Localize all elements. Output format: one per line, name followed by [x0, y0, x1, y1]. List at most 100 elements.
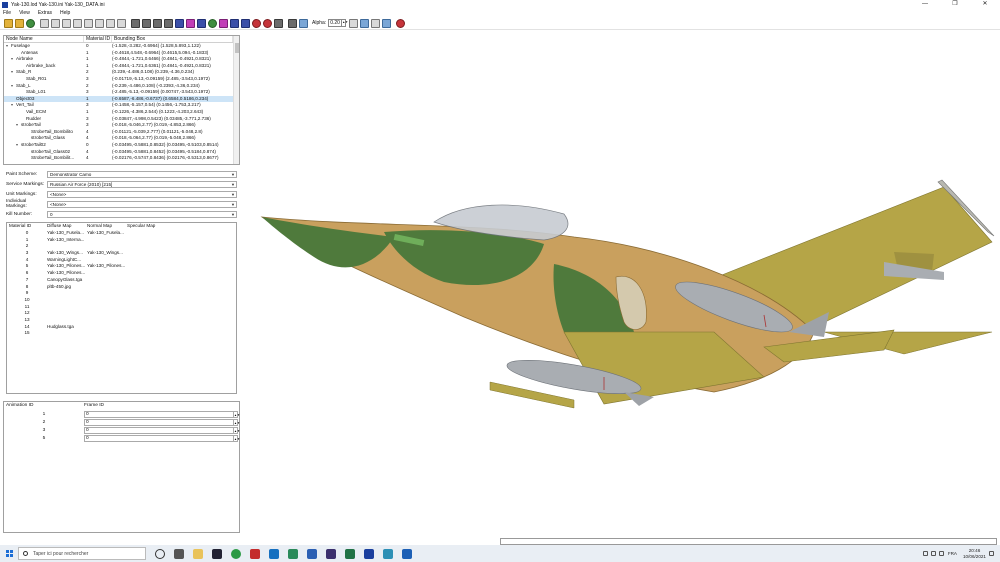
kill-number-select[interactable]: 0 ▼ [47, 210, 237, 218]
material-row[interactable]: 6 Yak-130_Pilones... [7, 270, 236, 277]
tree-row[interactable]: ▾ strobeTail02 0 (-0.03495,-0.5881,0.8532) … [4, 142, 239, 149]
layer-1-icon[interactable] [175, 18, 184, 28]
tree-row[interactable]: Vail_ECM 1 (-0.1226,-4.386,2.544) (0.1223,… [4, 109, 239, 116]
col-material-id[interactable]: Material ID [84, 36, 112, 42]
outlook-icon[interactable] [269, 548, 279, 559]
transparency-icon[interactable] [299, 18, 308, 28]
shade-flat-icon[interactable] [142, 18, 151, 28]
horizontal-scrollbar[interactable] [500, 538, 997, 545]
material-row[interactable]: 11 [7, 304, 236, 311]
tree-row[interactable]: Stab_L01 3 (-2.485,-5.13,-0.09159) (0.0074… [4, 89, 239, 96]
windows-start-icon[interactable] [0, 545, 18, 562]
tree-row[interactable]: ▾ Airbrake 1 (-0.4844,-1.721,0.6466) (0.484… [4, 56, 239, 63]
material-row[interactable]: 4 WarningLightC... [7, 257, 236, 264]
material-row[interactable]: 14 Hudglass.tga [7, 324, 236, 331]
material-row[interactable]: 12 [7, 310, 236, 317]
material-row[interactable]: 0 Yak-130_Fusela... Yak-130_Fusela... [7, 230, 236, 237]
col-node-name[interactable]: Node Name [4, 36, 84, 42]
frame-id-input[interactable]: 0 ▲▼ [84, 418, 240, 426]
col-bounding-box[interactable]: Bounding Box [112, 36, 233, 42]
network-icon[interactable] [930, 551, 936, 556]
notification-icon[interactable] [989, 551, 994, 556]
save-icon[interactable] [15, 18, 24, 28]
alpha-input[interactable]: 0.20 [328, 19, 343, 27]
spin-arrows-icon[interactable]: ▲▼ [233, 419, 240, 425]
shade-smooth-icon[interactable] [153, 18, 162, 28]
view-back-icon[interactable] [62, 18, 71, 28]
material-row[interactable]: 1 Yak-130_Interna... [7, 237, 236, 244]
bounding-box-icon[interactable] [349, 18, 359, 28]
unit-markings-select[interactable]: <None> ▼ [47, 190, 237, 198]
volume-icon[interactable] [938, 551, 944, 556]
frame-id-input[interactable]: 0 ▲▼ [84, 426, 240, 434]
material-row[interactable]: 2 [7, 243, 236, 250]
spin-arrows-icon[interactable]: ▲▼ [233, 411, 240, 417]
spin-arrows-icon[interactable]: ▲▼ [233, 436, 240, 442]
cortana-icon[interactable] [155, 548, 165, 559]
shadow-icon[interactable] [274, 18, 283, 28]
layer-2-icon[interactable] [186, 18, 195, 28]
3d-viewport[interactable] [244, 32, 1000, 537]
tree-row[interactable]: Antenas 1 (-0.4618,4.548,-0.6964) (0.4615,… [4, 50, 239, 57]
close-button[interactable]: ✕ [970, 0, 1000, 9]
layer-3-icon[interactable] [197, 18, 206, 28]
paint-scheme-select[interactable]: Demonstrator Camo ▼ [47, 170, 237, 178]
task-view-icon[interactable] [174, 548, 184, 559]
menu-help[interactable]: Help [60, 10, 70, 16]
view-right-icon[interactable] [84, 18, 93, 28]
shade-wire-icon[interactable] [131, 18, 140, 28]
material-list[interactable]: Material ID Diffuse Map Normal Map Specu… [6, 222, 237, 394]
chevron-up-icon[interactable] [922, 551, 928, 556]
material-row[interactable]: 7 CanopyGlass.tga [7, 277, 236, 284]
background-icon[interactable] [288, 18, 297, 28]
file-explorer-icon[interactable] [193, 548, 203, 559]
maximize-button[interactable]: ❐ [940, 0, 970, 9]
col-material-id[interactable]: Material ID [7, 223, 47, 230]
tree-row[interactable]: Object03 1 (-0.6587,-6.486,-0.6737) (0.658… [4, 95, 239, 103]
col-animation-id[interactable]: Animation ID [4, 402, 84, 410]
material-row[interactable]: 8 pltb-450.jpg [7, 284, 236, 291]
material-row[interactable]: 13 [7, 317, 236, 324]
frame-id-input[interactable]: 0 ▲▼ [84, 410, 240, 418]
tree-row[interactable]: ▾ Vert_Tail 3 (-0.1458,-5.157,0.54) (0.1456… [4, 102, 239, 109]
shade-texture-icon[interactable] [164, 18, 173, 28]
layer-4-icon[interactable] [208, 18, 217, 28]
destroyed-icon[interactable] [263, 18, 272, 28]
tree-row[interactable]: ▾ Fuselage 0 (-1.528,-3.282,-0.6964) (1.528… [4, 43, 239, 50]
view-perspective-icon[interactable] [117, 18, 126, 28]
layer-6-icon[interactable] [230, 18, 239, 28]
tree-row[interactable]: ▾ Stab_L 2 (-0.239,-4.486,0.108) (-0.2393,-… [4, 83, 239, 90]
col-frame-id[interactable]: Frame ID [84, 402, 104, 410]
material-row[interactable]: 3 Yak-130_Wings... Yak-130_Wings... [7, 250, 236, 257]
excel-icon[interactable] [345, 548, 355, 559]
menu-file[interactable]: File [3, 10, 11, 16]
premiere-icon[interactable] [326, 548, 336, 559]
view-front-icon[interactable] [51, 18, 60, 28]
material-row[interactable]: 9 [7, 290, 236, 297]
view-left-icon[interactable] [73, 18, 82, 28]
settings-tool-icon[interactable] [396, 18, 406, 28]
layer-5-icon[interactable] [219, 18, 228, 28]
col-normal-map[interactable]: Normal Map [87, 223, 127, 230]
tree-row[interactable]: Airbrake_back 1 (-0.4844,-1.721,0.6361) (0… [4, 63, 239, 70]
app-blue-icon[interactable] [383, 548, 393, 559]
app-red-icon[interactable] [250, 548, 260, 559]
axes-icon[interactable] [371, 18, 381, 28]
material-row[interactable]: 5 Yak-130_Pilones... Yak-130_Pilones... [7, 263, 236, 270]
tree-row[interactable]: ▾ Stab_R 2 (0.239,-4.486,0.108) (0.239,-4.3… [4, 69, 239, 76]
minimize-button[interactable]: — [910, 0, 940, 9]
chrome-icon[interactable] [231, 548, 241, 559]
tree-row[interactable]: strobeTail_Glass 4 (-0.018,-5.064,2.77) (0… [4, 135, 239, 142]
refresh-icon[interactable] [26, 18, 35, 28]
tree-row[interactable]: Rudder 3 (-0.03847,-4.998,0.5423) (0.03485… [4, 116, 239, 123]
menu-extras[interactable]: Extras [38, 10, 52, 16]
layer-7-icon[interactable] [241, 18, 250, 28]
menu-view[interactable]: View [19, 10, 30, 16]
material-row[interactable]: 15 [7, 330, 236, 337]
individual-markings-select[interactable]: <None> ▼ [47, 200, 237, 208]
alpha-spin-icon[interactable]: ▲▼ [342, 19, 348, 27]
spin-arrows-icon[interactable]: ▲▼ [233, 427, 240, 433]
steam-icon[interactable] [212, 548, 222, 559]
lod-viewer-icon[interactable] [364, 548, 374, 559]
app-window-icon[interactable] [402, 548, 412, 559]
